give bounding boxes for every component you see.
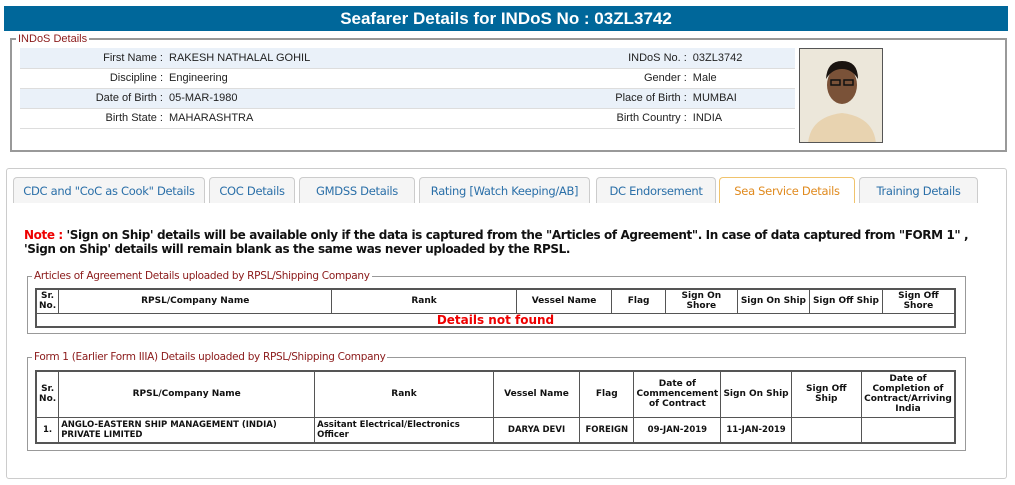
tab-rating-watch-keeping-ab[interactable]: Rating [Watch Keeping/AB] [419, 177, 590, 203]
column-header: Rank [314, 370, 494, 418]
table-cell: FOREIGN [579, 416, 635, 444]
seafarer-photo [799, 48, 883, 143]
column-header: Sign Off Ship [809, 288, 883, 314]
field-value: RAKESH NATHALAL GOHIL [166, 48, 445, 69]
field-label: Birth State : [20, 108, 166, 129]
section-legend: INDoS Details [18, 33, 88, 45]
form1-table: Sr. No. RPSL/Company Name Rank Vessel Name F… [35, 370, 956, 444]
column-header: Sign Off Ship [790, 370, 862, 418]
column-header: Sign On Shore [665, 288, 738, 314]
table-cell: 09-JAN-2019 [633, 416, 722, 444]
tab-coc-details[interactable]: COC Details [209, 177, 295, 203]
section-legend: Form 1 (Earlier Form IIIA) Details uploa… [34, 351, 386, 363]
field-value: INDIA [689, 108, 795, 129]
field-label: Birth Country : [444, 108, 690, 129]
field-value: Male [689, 68, 795, 89]
tab-sea-service-details[interactable]: Sea Service Details [719, 177, 855, 203]
field-value: 03ZL3742 [689, 48, 795, 69]
column-header: Flag [611, 288, 666, 314]
column-header: Vessel Name [492, 370, 581, 418]
tab-gmdss-details[interactable]: GMDSS Details [299, 177, 415, 203]
table-cell: DARYA DEVI [492, 416, 581, 444]
column-header: Date of Completion of Contract/Arriving … [860, 370, 956, 418]
field-value: Engineering [166, 68, 445, 89]
table-cell [790, 416, 862, 444]
field-label: Place of Birth : [444, 88, 690, 109]
indos-details-table: First Name : RAKESH NATHALAL GOHIL INDoS N… [20, 48, 795, 129]
field-label: Discipline : [20, 68, 166, 89]
field-label: Gender : [444, 68, 690, 89]
column-header: Flag [579, 370, 635, 418]
section-legend: Articles of Agreement Details uploaded b… [34, 270, 370, 282]
table-cell: 1. [35, 416, 60, 444]
field-label: INDoS No. : [444, 48, 690, 69]
sea-service-note: Note : 'Sign on Ship' details will be av… [24, 228, 974, 256]
tab-training-details[interactable]: Training Details [859, 177, 978, 203]
column-header: Rank [331, 288, 517, 314]
info-row: First Name : RAKESH NATHALAL GOHIL INDoS N… [20, 48, 795, 69]
articles-table: Sr. No. RPSL/Company Name Rank Vessel Name F… [35, 288, 956, 328]
column-header: Vessel Name [515, 288, 613, 314]
note-text: 'Sign on Ship' details will be available… [24, 228, 969, 256]
table-cell: Assitant Electrical/Electronics Officer [314, 416, 494, 444]
column-header: Sign On Ship [720, 370, 792, 418]
field-value: MAHARASHTRA [166, 108, 445, 129]
column-header: Sr. No. [35, 370, 60, 418]
info-row: Date of Birth :05-MAR-1980 Place of Birth… [20, 88, 795, 109]
page-title: Seafarer Details for INDoS No : 03ZL3742 [4, 6, 1008, 31]
table-cell [860, 416, 956, 444]
field-label: First Name : [20, 48, 166, 69]
tab-dc-endorsement[interactable]: DC Endorsement [596, 177, 716, 203]
table-row: 1. ANGLO-EASTERN SHIP MANAGEMENT (INDIA) … [35, 416, 956, 444]
tab-cdc-and-coc-as-cook-details[interactable]: CDC and "CoC as Cook" Details [13, 177, 205, 203]
field-value: MUMBAI [689, 88, 795, 109]
column-header: Sign Off Shore [881, 288, 956, 314]
column-header: RPSL/Company Name [58, 370, 316, 418]
empty-message: Details not found [35, 312, 956, 328]
info-row: Birth State : MAHARASHTRA Birth Country :I… [20, 108, 795, 129]
column-header: Sign On Ship [736, 288, 811, 314]
field-label: Date of Birth : [20, 88, 166, 109]
column-header: Date of Commencement of Contract [633, 370, 722, 418]
note-prefix: Note : [24, 228, 63, 242]
info-row: Discipline : Engineering Gender : Male [20, 68, 795, 89]
column-header: Sr. No. [35, 288, 60, 314]
column-header: RPSL/Company Name [58, 288, 333, 314]
field-value: 05-MAR-1980 [166, 88, 445, 109]
table-cell: ANGLO-EASTERN SHIP MANAGEMENT (INDIA) PR… [58, 416, 316, 444]
table-cell: 11-JAN-2019 [720, 416, 792, 444]
